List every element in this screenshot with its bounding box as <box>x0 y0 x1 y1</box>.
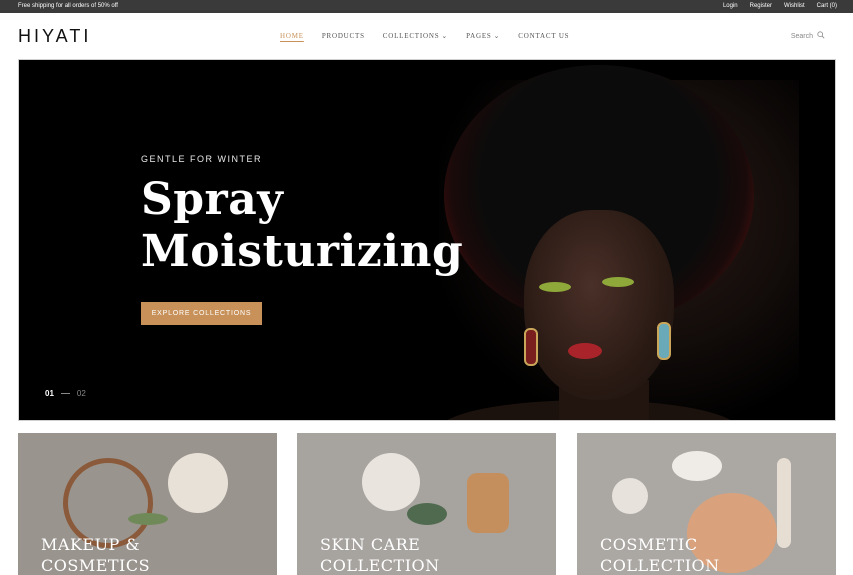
announcement-bar: Free shipping for all orders of 50% off … <box>0 0 853 13</box>
candle-image <box>168 453 228 513</box>
card-label: COSMETIC COLLECTION <box>600 534 720 575</box>
serum-bottle-image <box>467 473 509 533</box>
card-label-line1: MAKEUP & <box>41 535 141 554</box>
explore-collections-button[interactable]: EXPLORE COLLECTIONS <box>141 302 262 325</box>
site-logo[interactable]: HIYATI <box>18 26 91 47</box>
wishlist-link[interactable]: Wishlist <box>784 3 805 9</box>
collection-card-cosmetic[interactable]: COSMETIC COLLECTION <box>577 433 836 575</box>
hero-model-eye <box>602 277 634 287</box>
register-link[interactable]: Register <box>750 3 772 9</box>
search-icon <box>817 31 825 41</box>
card-label-line2: COLLECTION <box>600 556 720 575</box>
nav-collections-label: COLLECTIONS <box>382 32 440 40</box>
gua-sha-image <box>672 451 722 481</box>
hero-model-lips <box>568 343 602 359</box>
nav-collections[interactable]: COLLECTIONS ⌄ <box>383 32 448 40</box>
nav-pages[interactable]: PAGES ⌄ <box>466 32 500 40</box>
hero-model-face <box>524 210 674 400</box>
chevron-down-icon: ⌄ <box>493 32 501 40</box>
pager-divider <box>60 393 70 394</box>
nav-pages-label: PAGES <box>466 32 492 40</box>
search-toggle[interactable]: Search <box>791 31 825 41</box>
card-label-line1: SKIN CARE <box>320 535 421 554</box>
slide-pager: 01 02 <box>45 389 86 398</box>
hero-model-earring <box>657 322 671 360</box>
card-label-line2: COLLECTION <box>320 556 440 575</box>
chevron-down-icon: ⌄ <box>441 32 449 40</box>
hero-model-eye <box>539 282 571 292</box>
nav-products[interactable]: PRODUCTS <box>322 32 365 40</box>
hero-title: Spray Moisturizing <box>141 174 463 278</box>
slide-current[interactable]: 01 <box>45 389 54 398</box>
search-label: Search <box>790 32 813 40</box>
cream-jar-image <box>362 453 420 511</box>
hero-title-line2: Moisturizing <box>141 226 464 277</box>
cart-link[interactable]: Cart (0) <box>817 3 837 9</box>
login-link[interactable]: Login <box>723 3 738 9</box>
collection-card-makeup[interactable]: MAKEUP & COSMETICS <box>18 433 277 575</box>
nav-contact-label: CONTACT US <box>518 32 570 40</box>
card-label-line2: COSMETICS <box>41 556 151 575</box>
jar-image <box>612 478 648 514</box>
slide-next[interactable]: 02 <box>77 389 86 398</box>
hero-banner: GENTLE FOR WINTER Spray Moisturizing EXP… <box>18 59 836 421</box>
site-header: HIYATI HOME PRODUCTS COLLECTIONS ⌄ PAGES… <box>0 13 853 59</box>
nav-home[interactable]: HOME <box>280 32 304 40</box>
collection-card-skincare[interactable]: SKIN CARE COLLECTION <box>297 433 556 575</box>
card-label-line1: COSMETIC <box>600 535 698 554</box>
promo-text: Free shipping for all orders of 50% off <box>18 3 118 9</box>
hero-eyebrow: GENTLE FOR WINTER <box>141 154 263 164</box>
nav-products-label: PRODUCTS <box>321 32 365 40</box>
account-links: Login Register Wishlist Cart (0) <box>723 3 837 9</box>
hero-model-earring <box>524 328 538 366</box>
roller-image <box>128 513 168 525</box>
face-roller-image <box>777 458 791 548</box>
eucalyptus-leaf-image <box>407 503 447 525</box>
card-label: SKIN CARE COLLECTION <box>320 534 440 575</box>
hero-title-line1: Spray <box>141 174 284 225</box>
main-nav: HOME PRODUCTS COLLECTIONS ⌄ PAGES ⌄ CONT… <box>280 32 569 40</box>
nav-home-label: HOME <box>280 32 304 40</box>
nav-contact[interactable]: CONTACT US <box>518 32 569 40</box>
card-label: MAKEUP & COSMETICS <box>41 534 150 575</box>
